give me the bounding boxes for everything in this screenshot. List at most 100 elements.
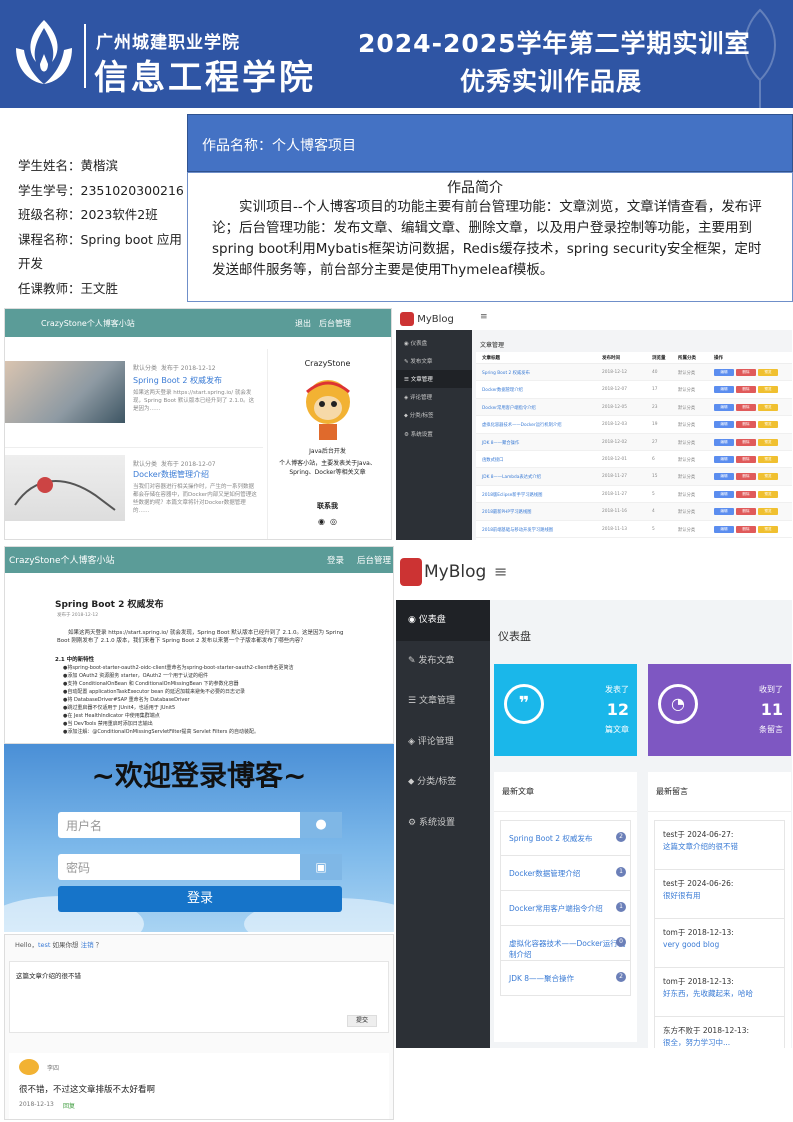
comment-textarea[interactable]: 这篇文章介绍的很不错 [9, 961, 389, 1033]
table-row: Docker数据管理介绍 2018-12-07 17 默认分类 编辑 删除 预览 [476, 381, 792, 399]
admin-link[interactable]: 后台管理 [357, 554, 391, 566]
reply-link[interactable]: 回复 [63, 1101, 75, 1110]
sidebar-item[interactable]: ◉ 仪表盘 [396, 600, 490, 641]
list-item[interactable]: Docker常用客户端指令介绍 1 [500, 890, 631, 926]
list-item[interactable]: JDK 8——聚合操作 2 [500, 960, 631, 996]
article-title-link[interactable]: Docker数据管理介绍 [482, 387, 523, 393]
sidebar-item[interactable]: ⚙ 系统设置 [396, 425, 472, 443]
sidebar-item[interactable]: ◈ 评论管理 [396, 388, 472, 406]
article-title-link[interactable]: 2018最新PHP学习路线图 [482, 509, 531, 515]
stat-unit: 条留言 [759, 725, 783, 734]
dashboard-topbar: MyBlog ≡ [396, 546, 792, 600]
brand: MyBlog [396, 308, 472, 330]
delete-button[interactable]: 删除 [736, 525, 756, 533]
admin-content: 文章管理 文章标题 发布时间 浏览量 所属分类 操作 Spring Boot 2 权威发… [472, 330, 792, 540]
stat-label: 发表了 [605, 685, 629, 694]
article-link[interactable]: JDK 8——聚合操作 [509, 974, 574, 983]
article-title-link[interactable]: 函数式接口 [482, 457, 503, 463]
list-item[interactable]: Docker数据管理介绍 1 [500, 855, 631, 891]
sidebar-item[interactable]: ✎ 发布文章 [396, 352, 472, 370]
table-cell: 40 [652, 370, 658, 375]
preview-button[interactable]: 预览 [758, 438, 778, 446]
panel-title: 文章管理 [480, 342, 505, 349]
menu-toggle-icon[interactable]: ≡ [480, 312, 488, 322]
comment-link[interactable]: very good blog [663, 939, 784, 951]
edit-button[interactable]: 编辑 [714, 525, 734, 533]
submit-comment-button[interactable]: 提交 [347, 1015, 377, 1027]
article-link[interactable]: Docker数据管理介绍 [509, 869, 580, 878]
delete-button[interactable]: 删除 [736, 438, 756, 446]
list-item: ●当 DevTools 禁用重启时添加日志输出 [63, 721, 153, 727]
edit-button[interactable]: 编辑 [714, 438, 734, 446]
preview-button[interactable]: 预览 [758, 525, 778, 533]
login-button[interactable]: 登录 [58, 886, 342, 912]
logout-link[interactable]: 退出 [295, 318, 311, 329]
comment-link[interactable]: 这篇文章介绍的很不错 [663, 841, 784, 853]
preview-button[interactable]: 预览 [758, 473, 778, 481]
post-image [5, 361, 125, 423]
admin-link[interactable]: 后台管理 [319, 318, 351, 329]
table-cell: 2018-12-03 [602, 422, 627, 428]
student-id: 学生学号：2351020300216 [18, 182, 184, 198]
login-link[interactable]: 登录 [327, 554, 344, 566]
preview-button[interactable]: 预览 [758, 490, 778, 498]
edit-button[interactable]: 编辑 [714, 421, 734, 429]
sidebar-item[interactable]: ☰ 文章管理 [396, 681, 490, 722]
logout-link[interactable]: 注销 [81, 941, 94, 949]
post-title-link[interactable]: Spring Boot 2 权威发布 [133, 375, 222, 386]
sidebar-item[interactable]: ☰ 文章管理 [396, 370, 472, 388]
delete-button[interactable]: 删除 [736, 455, 756, 463]
comment-link[interactable]: 好东西，先收藏起来，哈哈 [663, 988, 784, 1000]
edit-button[interactable]: 编辑 [714, 473, 734, 481]
list-item[interactable]: 虚拟化容器技术——Docker运行机制介绍 0 [500, 925, 631, 961]
article-title-link[interactable]: Docker常用客户端指令介绍 [482, 405, 536, 411]
article-title-link[interactable]: JDK 8——聚合操作 [482, 440, 519, 446]
preview-button[interactable]: 预览 [758, 369, 778, 376]
delete-button[interactable]: 删除 [736, 508, 756, 516]
post-title-link[interactable]: Docker数据管理介绍 [133, 469, 209, 480]
edit-button[interactable]: 编辑 [714, 508, 734, 516]
monkey-avatar-icon [305, 380, 350, 440]
delete-button[interactable]: 删除 [736, 386, 756, 394]
sidebar-item[interactable]: ⚙ 系统设置 [396, 803, 490, 844]
wechat-icon[interactable]: ◎ [330, 517, 337, 526]
username-field[interactable]: 用户名 ● [58, 812, 342, 838]
preview-button[interactable]: 预览 [758, 421, 778, 429]
edit-button[interactable]: 编辑 [714, 403, 734, 411]
delete-button[interactable]: 删除 [736, 369, 756, 376]
preview-button[interactable]: 预览 [758, 403, 778, 411]
article-title-link[interactable]: 2018版Eclipse新手学习路线图 [482, 492, 542, 498]
stat-value: 11 [760, 700, 783, 719]
article-title-link[interactable]: 虚拟化容器技术——Docker运行机制介绍 [482, 422, 562, 428]
sidebar-item[interactable]: ◉ 仪表盘 [396, 334, 472, 352]
delete-button[interactable]: 删除 [736, 421, 756, 429]
sidebar-item[interactable]: ✎ 发布文章 [396, 641, 490, 682]
sidebar-item[interactable]: ◈ 评论管理 [396, 722, 490, 763]
delete-button[interactable]: 删除 [736, 473, 756, 481]
article-link[interactable]: Docker常用客户端指令介绍 [509, 904, 603, 913]
article-title-link[interactable]: Spring Boot 2 权威发布 [482, 370, 530, 376]
edit-button[interactable]: 编辑 [714, 369, 734, 376]
comment-link[interactable]: 很好很有用 [663, 890, 784, 902]
list-item[interactable]: Spring Boot 2 权威发布 2 [500, 820, 631, 856]
edit-button[interactable]: 编辑 [714, 455, 734, 463]
comment-link[interactable]: 很全，努力学习中... [663, 1037, 784, 1048]
menu-toggle-icon[interactable]: ≡ [494, 562, 507, 581]
header-banner: 广州城建职业学院 信息工程学院 2024-2025学年第二学期实训室 优秀实训作… [0, 0, 793, 108]
preview-button[interactable]: 预览 [758, 386, 778, 394]
user-link[interactable]: test [38, 941, 50, 949]
github-icon[interactable]: ◉ [318, 517, 325, 526]
edit-button[interactable]: 编辑 [714, 386, 734, 394]
delete-button[interactable]: 删除 [736, 403, 756, 411]
sidebar-item[interactable]: ⬥ 分类/标签 [396, 762, 490, 803]
preview-button[interactable]: 预览 [758, 508, 778, 516]
delete-button[interactable]: 删除 [736, 490, 756, 498]
article-link[interactable]: 虚拟化容器技术——Docker运行机制介绍 [509, 939, 625, 959]
preview-button[interactable]: 预览 [758, 455, 778, 463]
edit-button[interactable]: 编辑 [714, 490, 734, 498]
sidebar-item[interactable]: ⬥ 分类/标签 [396, 406, 472, 425]
password-field[interactable]: 密码 ▣ [58, 854, 342, 880]
article-link[interactable]: Spring Boot 2 权威发布 [509, 834, 592, 843]
article-title-link[interactable]: JDK 8——Lambda表达式介绍 [482, 474, 541, 480]
article-title-link[interactable]: 2018前端基础与移动开发学习路线图 [482, 527, 553, 533]
